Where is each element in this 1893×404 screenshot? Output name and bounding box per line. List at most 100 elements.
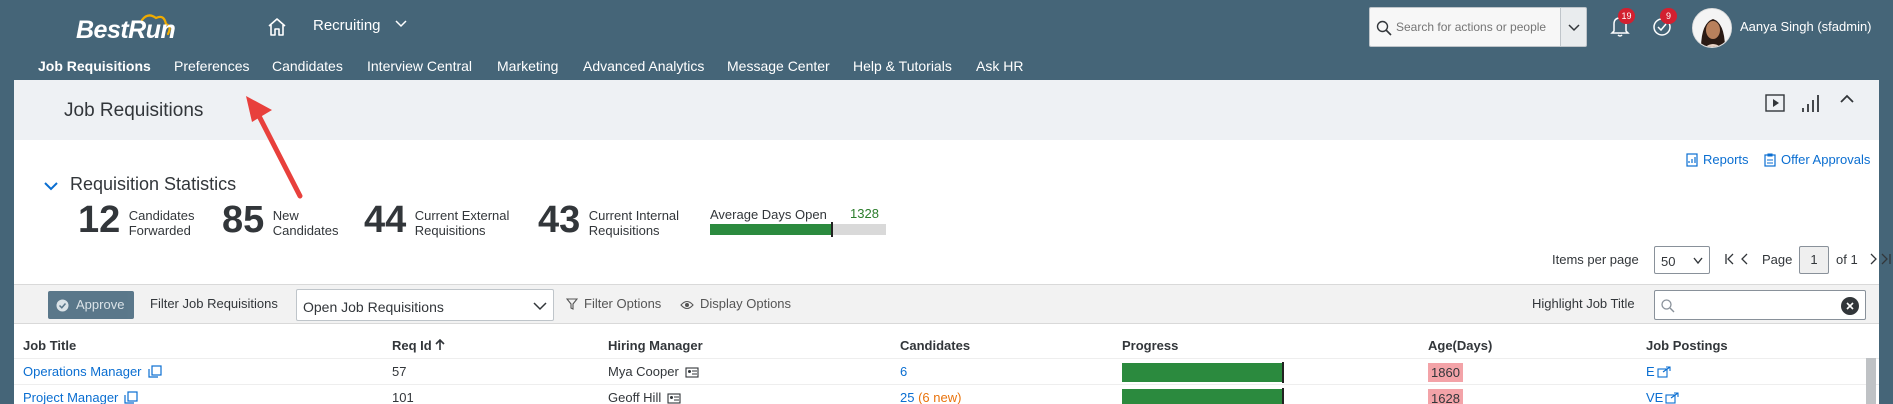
reports-link[interactable]: Reports [1686,152,1749,167]
column-header-progress[interactable]: Progress [1122,338,1178,353]
logo-text: BestRun [76,16,176,44]
nav-item-message-center[interactable]: Message Center [727,58,830,74]
display-options-button[interactable]: Display Options [680,296,791,311]
progress-bar [1122,362,1284,383]
job-title-link[interactable]: Operations Manager [23,364,162,379]
page-border-left [0,80,14,404]
home-button[interactable] [264,14,290,40]
chevron-down-icon [44,182,58,191]
nav-item-ask-hr[interactable]: Ask HR [976,58,1023,74]
table-header: Job Title Req Id Hiring Manager Candidat… [14,324,1879,358]
average-days-open-label: Average Days Open [710,207,827,222]
chevron-down-icon [533,302,547,311]
first-page-button[interactable] [1724,252,1752,269]
stat-label: Current Internal Requisitions [588,208,680,238]
global-search[interactable] [1369,7,1561,47]
filter-select-value: Open Job Requisitions [303,299,444,315]
average-days-open-value: 1328 [850,206,879,221]
collapse-header-button[interactable] [1838,90,1856,108]
eye-icon [680,300,694,310]
shell-bar: BestRun Recruiting 19 9 [0,0,1893,80]
nav-item-interview-central[interactable]: Interview Central [367,58,472,74]
annotation-arrow [246,96,303,199]
progress-marker [1282,388,1284,404]
job-postings[interactable]: E [1646,364,1671,379]
analytics-button[interactable] [1800,92,1822,114]
column-header-hiring-manager[interactable]: Hiring Manager [608,338,703,353]
user-name[interactable]: Aanya Singh (sfadmin) [1740,19,1872,34]
column-header-job-postings[interactable]: Job Postings [1646,338,1728,353]
search-scope-dropdown[interactable] [1561,7,1587,47]
previous-page-icon [1741,253,1748,265]
copy-icon[interactable] [124,391,138,404]
stat-value: 12 [78,199,121,241]
offer-approvals-link[interactable]: Offer Approvals [1764,152,1870,167]
search-icon [1376,20,1392,36]
external-posting-icon [1665,392,1679,404]
hiring-manager[interactable]: Geoff Hill [608,390,681,404]
module-switcher-label[interactable]: Recruiting [313,17,381,34]
job-postings[interactable]: VE [1646,390,1679,404]
home-icon [268,18,286,36]
play-tour-button[interactable] [1764,92,1786,114]
module-switcher-button[interactable] [394,17,408,31]
stat-current-internal-requisitions[interactable]: 43 Current Internal Requisitions [538,200,699,240]
items-per-page-select[interactable]: 50 [1654,246,1710,274]
filter-options-button[interactable]: Filter Options [565,296,662,311]
copy-icon[interactable] [147,365,162,378]
column-header-candidates[interactable]: Candidates [900,338,970,353]
external-posting-icon [1657,366,1671,378]
page-total: of 1 [1836,252,1858,267]
contact-card-icon[interactable] [667,393,681,404]
nav-item-candidates[interactable]: Candidates [272,58,343,74]
notifications-button[interactable]: 19 [1606,8,1635,40]
highlight-job-title-input[interactable] [1654,290,1866,320]
candidates-count[interactable]: 25 (6 new) [900,390,961,404]
requisition-statistics-toggle[interactable]: Requisition Statistics [44,174,236,195]
company-logo[interactable]: BestRun [72,12,202,48]
chevron-down-icon [1568,24,1580,32]
job-title-link[interactable]: Project Manager [23,390,138,404]
contact-card-icon[interactable] [685,367,699,378]
avatar[interactable] [1692,8,1732,48]
report-icon [1686,153,1698,167]
approvals-button[interactable]: 9 [1648,8,1677,40]
req-id: 101 [392,390,414,404]
table-scrollbar[interactable] [1866,358,1876,404]
stat-new-candidates[interactable]: 85 New Candidates [222,200,383,240]
items-per-page-value: 50 [1661,254,1676,269]
stat-label: Current External Requisitions [414,208,510,238]
stat-current-external-requisitions[interactable]: 44 Current External Requisitions [364,200,525,240]
nav-item-advanced-analytics[interactable]: Advanced Analytics [583,58,704,74]
search-icon [1661,299,1675,313]
page-border-right [1879,80,1893,404]
next-page-button[interactable] [1870,252,1892,269]
filter-options-label: Filter Options [584,296,662,311]
average-days-open-bar [710,222,886,237]
approve-button[interactable]: Approve [48,291,134,319]
column-header-job-title[interactable]: Job Title [23,338,76,353]
search-input[interactable] [1396,18,1556,36]
column-header-req-id[interactable]: Req Id [392,338,445,353]
column-header-age-days[interactable]: Age(Days) [1428,338,1492,353]
table-row[interactable]: Project Manager 101 Geoff Hill 25 (6 new… [14,384,1879,404]
chevron-down-icon [1693,257,1703,265]
filter-label: Filter Job Requisitions [150,296,278,311]
nav-item-marketing[interactable]: Marketing [497,58,558,74]
hiring-manager[interactable]: Mya Cooper [608,364,699,379]
age-days: 1860 [1428,363,1463,382]
age-days: 1628 [1428,389,1463,404]
page-number-input[interactable]: 1 [1799,246,1829,274]
nav-item-help-tutorials[interactable]: Help & Tutorials [853,58,952,74]
filter-toolbar: Approve Filter Job Requisitions Open Job… [14,284,1879,324]
stat-candidates-forwarded[interactable]: 12 Candidates Forwarded [78,200,239,240]
filter-job-requisitions-select[interactable]: Open Job Requisitions [296,289,554,321]
average-days-open: Average Days Open 1328 [710,206,890,237]
page-title: Job Requisitions [64,100,204,121]
nav-item-job-requisitions[interactable]: Job Requisitions [38,58,151,74]
clear-highlight-button[interactable] [1841,297,1859,315]
progress-bar [1122,388,1284,404]
nav-item-preferences[interactable]: Preferences [174,58,249,74]
table-row[interactable]: Operations Manager 57 Mya Cooper 6 1860 … [14,358,1879,384]
candidates-count[interactable]: 6 [900,364,907,379]
